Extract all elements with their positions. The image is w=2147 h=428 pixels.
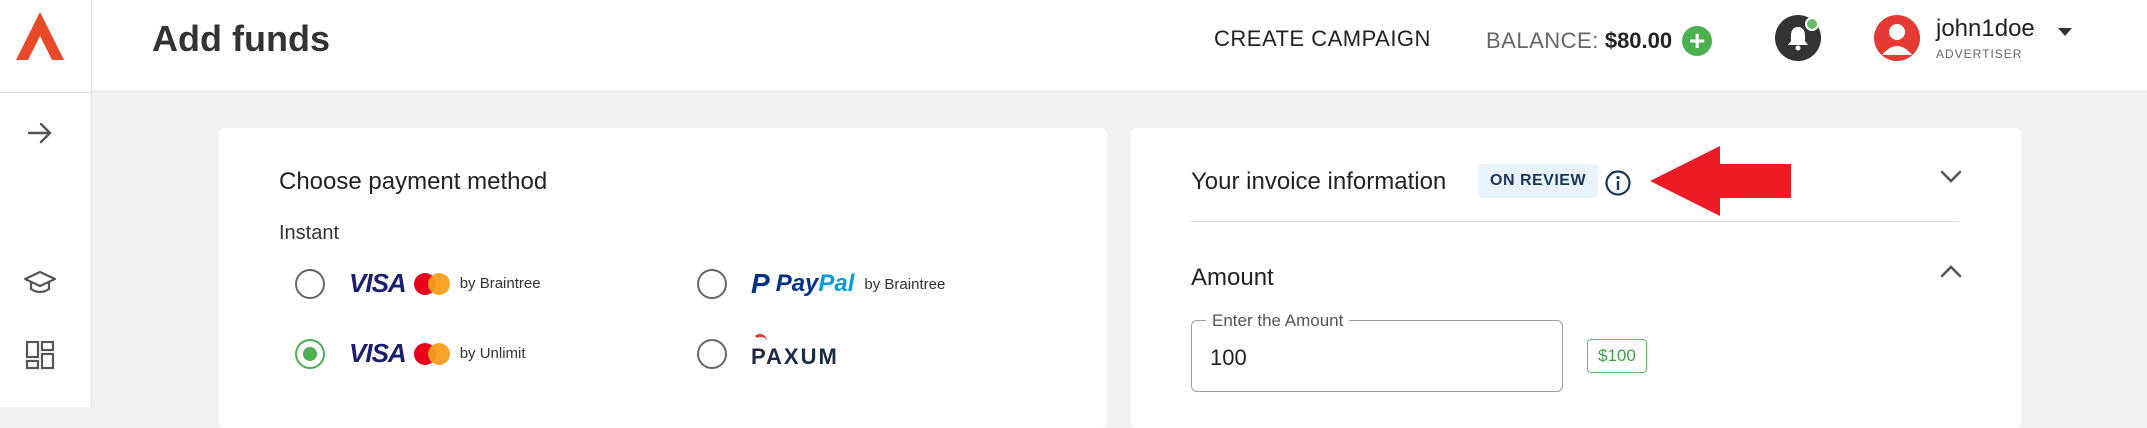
balance-label: BALANCE:: [1486, 28, 1599, 53]
visa-logo: VISA: [349, 338, 407, 368]
add-balance-button[interactable]: +: [1682, 26, 1713, 56]
payment-option-paypal-braintree[interactable]: P PayPal by Braintree: [697, 268, 945, 300]
amount-preset-chip[interactable]: $100: [1587, 339, 1647, 373]
red-arrow-annotation: [1648, 144, 1793, 223]
info-icon[interactable]: [1604, 169, 1632, 202]
provider-label: by Unlimit: [459, 345, 526, 362]
radio-button-selected[interactable]: [295, 338, 325, 369]
user-role: ADVERTISER: [1936, 47, 2023, 61]
balance: BALANCE: $80.00 +: [1486, 26, 1713, 56]
arrow-right-icon: [25, 118, 55, 153]
user-menu[interactable]: john1doe ADVERTISER: [1874, 15, 2073, 61]
divider: [1191, 221, 1959, 222]
invoice-card: Your invoice information ON REVIEW Amoun…: [1131, 128, 2021, 428]
invoice-title: Your invoice information: [1191, 168, 1447, 195]
expand-sidebar-button[interactable]: [20, 115, 60, 155]
sidebar-divider: [0, 92, 92, 93]
payment-option-visa-unlimit[interactable]: VISA by Unlimit: [295, 338, 526, 369]
amount-input[interactable]: [1210, 345, 1540, 371]
radio-button[interactable]: [697, 269, 727, 299]
sidebar-item-dashboard[interactable]: [20, 337, 60, 377]
paxum-logo: PAXUM: [751, 334, 839, 370]
visa-logo: VISA: [349, 268, 407, 298]
caret-down-icon: [2057, 24, 2073, 42]
payment-option-paxum[interactable]: PAXUM: [697, 334, 839, 370]
bell-icon: [1786, 25, 1810, 56]
mastercard-logo: [413, 272, 450, 295]
notifications-button[interactable]: [1775, 15, 1821, 61]
payment-method-title: Choose payment method: [279, 168, 548, 195]
page-title: Add funds: [152, 18, 330, 59]
chevron-up-icon[interactable]: [1940, 264, 1962, 283]
payment-method-card: Choose payment method Instant VISA by Br…: [219, 128, 1107, 428]
dashboard-icon: [25, 340, 55, 375]
top-bar: Add funds CREATE CAMPAIGN BALANCE: $80.0…: [92, 0, 2147, 92]
sidebar-item-academy[interactable]: [20, 265, 60, 305]
graduation-cap-icon: [23, 268, 57, 303]
payment-option-visa-braintree[interactable]: VISA by Braintree: [295, 268, 541, 299]
username: john1doe: [1936, 15, 2035, 42]
mastercard-logo: [413, 342, 450, 365]
radio-button[interactable]: [697, 339, 727, 369]
amount-title: Amount: [1191, 264, 1274, 291]
provider-label: by Braintree: [459, 275, 541, 292]
sidebar: [0, 0, 92, 407]
notification-dot: [1805, 17, 1819, 31]
payment-section-label: Instant: [279, 222, 340, 244]
paypal-logo: P PayPal: [751, 268, 855, 299]
amount-field: Enter the Amount: [1191, 311, 1563, 392]
balance-value: $80.00: [1604, 28, 1673, 53]
amount-field-label: Enter the Amount: [1206, 311, 1350, 331]
provider-label: by Braintree: [864, 275, 946, 293]
app-logo[interactable]: [10, 8, 70, 68]
status-badge: ON REVIEW: [1478, 164, 1599, 198]
avatar-icon: [1874, 15, 1920, 61]
chevron-down-icon[interactable]: [1940, 170, 1962, 189]
create-campaign-link[interactable]: CREATE CAMPAIGN: [1214, 26, 1431, 52]
radio-button[interactable]: [295, 268, 325, 299]
